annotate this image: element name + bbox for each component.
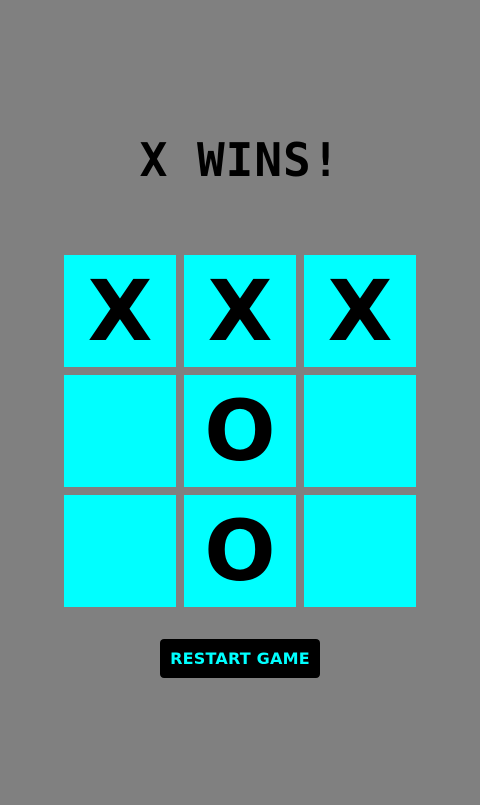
game-board: X X X O O bbox=[64, 255, 416, 607]
board-cell-3[interactable]: X bbox=[304, 255, 416, 367]
board-cell-8[interactable]: O bbox=[184, 495, 296, 607]
game-status: X WINS! bbox=[139, 133, 341, 187]
board-cell-5[interactable]: O bbox=[184, 375, 296, 487]
board-cell-7[interactable] bbox=[64, 495, 176, 607]
board-cell-4[interactable] bbox=[64, 375, 176, 487]
board-cell-9[interactable] bbox=[304, 495, 416, 607]
board-cell-2[interactable]: X bbox=[184, 255, 296, 367]
board-cell-6[interactable] bbox=[304, 375, 416, 487]
restart-game-button[interactable]: RESTART GAME bbox=[160, 639, 320, 678]
board-cell-1[interactable]: X bbox=[64, 255, 176, 367]
